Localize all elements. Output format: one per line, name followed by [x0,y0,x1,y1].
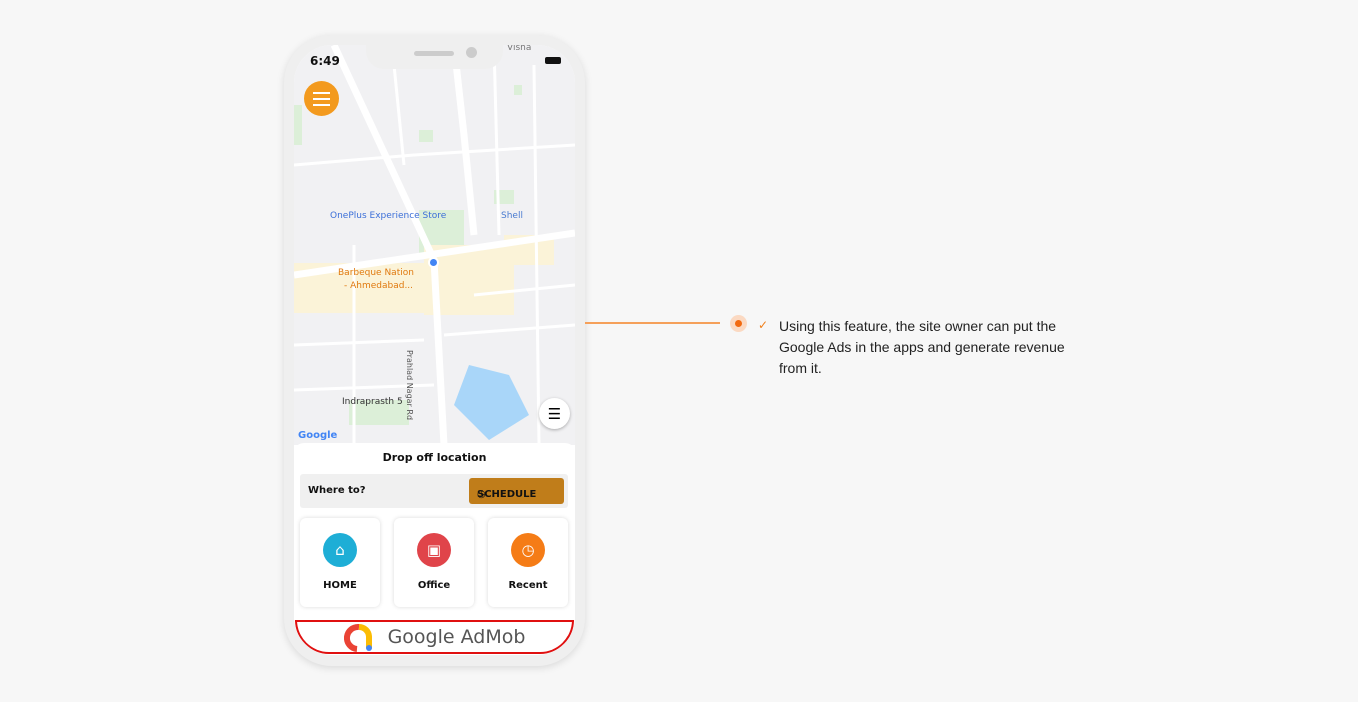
admob-banner[interactable]: Google AdMob [295,620,574,654]
filter-button[interactable]: ☰ [539,398,570,429]
card-office[interactable]: ▣ Office [394,518,474,607]
card-label: Office [417,580,451,591]
where-to-placeholder: Where to? [308,485,366,496]
card-home[interactable]: ⌂ HOME [300,518,380,607]
home-icon: ⌂ [323,533,357,567]
map[interactable]: Visha OnePlus Experience Store Shell Bar… [294,45,575,446]
phone-screen: Visha OnePlus Experience Store Shell Bar… [294,45,575,655]
sheet-title: Drop off location [382,451,487,464]
current-location-dot [428,257,439,268]
briefcase-icon: ▣ [417,533,451,567]
card-recent[interactable]: ◷ Recent [488,518,568,607]
poi-bbq[interactable]: Barbeque Nation [338,268,414,278]
menu-button[interactable] [304,81,339,116]
feature-description: Using this feature, the site owner can p… [779,318,1065,376]
drop-off-sheet: Drop off location Where to? ◷ SCHEDULE ⌂ H… [294,443,575,620]
battery-icon [545,57,561,64]
admob-text: Google AdMob [387,626,526,648]
connector-dot [730,315,747,332]
google-logo: Google [298,430,338,441]
connector-line [585,322,720,324]
card-label: HOME [323,580,357,591]
check-circle-icon: ✓ [758,318,769,332]
poi-oneplus[interactable]: OnePlus Experience Store [330,211,446,221]
poi-shell[interactable]: Shell [501,211,523,221]
poi-indraprasth[interactable]: Indraprasth 5 [342,397,403,407]
road-label: Prahlad Nagar Rd [405,350,414,421]
schedule-label: SCHEDULE [477,489,537,500]
sliders-icon: ☰ [547,404,562,423]
notch [366,45,503,69]
map-label: Visha [507,45,532,53]
poi-bbq-sub: - Ahmedabad... [344,281,414,291]
history-icon: ◷ [511,533,545,567]
where-to-input[interactable]: Where to? ◷ SCHEDULE [300,474,568,508]
card-label: Recent [508,580,548,591]
status-time: 6:49 [310,54,340,68]
schedule-button[interactable]: ◷ SCHEDULE [469,478,564,504]
admob-logo-icon [343,623,372,652]
